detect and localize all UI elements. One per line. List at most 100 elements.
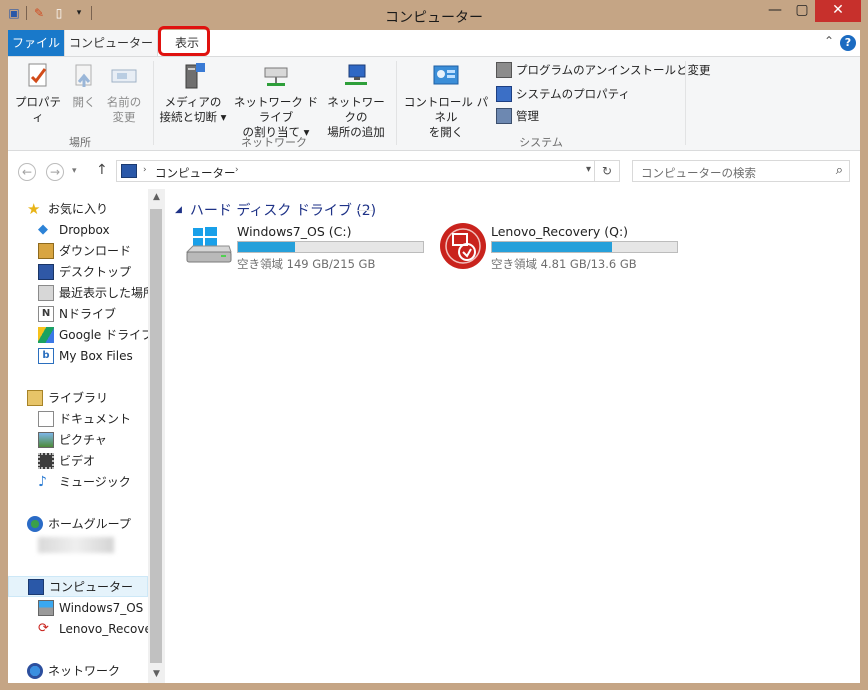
nav-dropbox[interactable]: ◆ Dropbox	[38, 219, 110, 240]
manage-label: 管理	[516, 109, 539, 123]
content-area: ★ お気に入り ◆ Dropbox ダウンロード デスクトップ 最近表示した場所…	[8, 189, 860, 683]
nav-scrollbar[interactable]: ▲ ▼	[148, 189, 165, 683]
help-icon[interactable]: ?	[840, 35, 856, 51]
add-location-label: ネットワークの 場所の追加	[327, 95, 385, 139]
drive-item-c[interactable]: Windows7_OS (C:) 空き領域 149 GB/215 GB	[185, 222, 430, 271]
explorer-window: ▣ ✎ ▯ ▾ コンピューター — ▢ ✕ ファイル コンピューター 表示 ⌃ …	[0, 0, 868, 690]
nav-documents[interactable]: ドキュメント	[38, 408, 131, 429]
scroll-thumb[interactable]	[150, 209, 162, 663]
drive-usage-fill	[492, 242, 613, 252]
refresh-icon[interactable]: ↻	[594, 161, 619, 181]
nav-label: コンピューター	[49, 580, 134, 594]
ndrive-icon: N	[38, 305, 54, 322]
collapse-ribbon-icon[interactable]: ⌃	[824, 34, 834, 48]
group-header[interactable]: ◢ ハード ディスク ドライブ (2)	[175, 200, 376, 220]
group-title: ハード ディスク ドライブ (2)	[189, 203, 377, 219]
search-icon[interactable]: ⌕	[836, 163, 843, 178]
group-label-location: 場所	[69, 136, 91, 149]
star-icon: ★	[27, 199, 41, 218]
properties-label: プロパティ	[15, 95, 61, 124]
nav-drive-q[interactable]: ⟳ Lenovo_Recove	[38, 618, 148, 639]
group-divider	[357, 210, 373, 211]
libraries-icon	[27, 389, 43, 406]
nav-desktop[interactable]: デスクトップ	[38, 261, 131, 282]
nav-network[interactable]: ネットワーク	[27, 660, 120, 681]
properties-button[interactable]: プロパティ	[12, 61, 64, 125]
minimize-button[interactable]: —	[762, 0, 788, 22]
drive-name: Windows7_OS (C:)	[237, 224, 352, 239]
highlight-box	[158, 26, 210, 56]
nav-label: ピクチャ	[59, 433, 107, 447]
nav-label: Dropbox	[59, 222, 110, 237]
group-separator	[685, 61, 686, 145]
drive-item-q[interactable]: Lenovo_Recovery (Q:) 空き領域 4.81 GB/13.6 G…	[439, 222, 684, 271]
nav-label: My Box Files	[59, 348, 133, 363]
desktop-icon	[38, 263, 54, 280]
properties-icon	[28, 63, 47, 87]
downloads-icon	[38, 242, 54, 259]
nav-label: お気に入り	[48, 202, 109, 216]
media-button[interactable]: メディアの 接続と切断 ▾	[158, 61, 228, 125]
drive-usage-bar	[491, 241, 678, 253]
back-button[interactable]: ←	[18, 163, 36, 181]
open-icon	[75, 64, 92, 87]
drive-name: Lenovo_Recovery (Q:)	[491, 224, 629, 239]
nav-label: ミュージック	[59, 475, 131, 489]
tab-computer[interactable]: コンピューター	[64, 30, 158, 56]
nav-libraries[interactable]: ライブラリ	[27, 387, 108, 408]
nav-label: ライブラリ	[48, 391, 109, 405]
system-properties-icon	[496, 86, 512, 102]
control-panel-label: コントロール パネル を開く	[403, 95, 489, 139]
nav-label: Windows7_OS (	[59, 600, 148, 615]
dropbox-icon: ◆	[38, 221, 48, 237]
nav-pictures[interactable]: ピクチャ	[38, 429, 107, 450]
address-row: ← → ▾ ↑ › コンピューター › ▾ ↻ コンピューターの検索 ⌕	[8, 151, 860, 189]
hard-drive-icon	[38, 599, 54, 616]
nav-homegroup[interactable]: ホームグループ	[27, 513, 131, 534]
control-panel-button[interactable]: コントロール パネル を開く	[400, 61, 492, 140]
group-separator	[153, 61, 154, 145]
chevron-down-icon[interactable]: ▾	[586, 164, 591, 175]
collapse-icon[interactable]: ◢	[175, 205, 182, 215]
add-network-location-button[interactable]: ネットワークの 場所の追加	[322, 61, 390, 140]
forward-button[interactable]: →	[46, 163, 64, 181]
map-drive-button[interactable]: ネットワーク ドライブ の割り当て ▾	[230, 61, 322, 140]
chevron-right-icon[interactable]: ›	[143, 165, 147, 175]
recent-locations-icon[interactable]: ▾	[72, 166, 77, 176]
tab-file[interactable]: ファイル	[8, 30, 64, 56]
system-properties-button[interactable]: システムのプロパティ	[496, 86, 630, 102]
scroll-down-icon[interactable]: ▼	[148, 666, 165, 683]
uninstall-program-button[interactable]: プログラムのアンインストールと変更	[496, 62, 710, 78]
nav-downloads[interactable]: ダウンロード	[38, 240, 131, 261]
nav-ndrive[interactable]: N Nドライブ	[38, 303, 116, 324]
rename-button[interactable]: 名前の 変更	[104, 61, 144, 125]
manage-button[interactable]: 管理	[496, 108, 539, 124]
nav-videos[interactable]: ビデオ	[38, 450, 95, 471]
network-icon	[27, 662, 43, 679]
address-bar[interactable]: › コンピューター › ▾ ↻	[116, 160, 620, 182]
media-server-icon	[185, 63, 205, 89]
nav-my-box-files[interactable]: b My Box Files	[38, 345, 133, 366]
nav-favorites[interactable]: ★ お気に入り	[27, 198, 108, 219]
search-box[interactable]: コンピューターの検索 ⌕	[632, 160, 850, 182]
uninstall-label: プログラムのアンインストールと変更	[516, 63, 711, 77]
scroll-up-icon[interactable]: ▲	[148, 189, 165, 206]
box-icon: b	[38, 347, 54, 364]
navigation-pane: ★ お気に入り ◆ Dropbox ダウンロード デスクトップ 最近表示した場所…	[8, 189, 148, 683]
nav-music[interactable]: ♪ ミュージック	[38, 471, 131, 492]
up-arrow-icon[interactable]: ↑	[96, 162, 108, 178]
nav-label: Lenovo_Recove	[59, 621, 148, 636]
documents-icon	[38, 410, 54, 427]
window-title: コンピューター	[385, 10, 483, 26]
nav-google-drive[interactable]: Google ドライブ	[38, 324, 148, 345]
open-button[interactable]: 開く	[66, 61, 102, 110]
nav-computer[interactable]: コンピューター	[8, 576, 148, 597]
maximize-button[interactable]: ▢	[789, 0, 815, 22]
window-frame-bottom	[8, 683, 860, 690]
nav-drive-c[interactable]: Windows7_OS (	[38, 597, 148, 618]
drive-free-space: 空き領域 4.81 GB/13.6 GB	[491, 257, 637, 271]
close-button[interactable]: ✕	[815, 0, 861, 22]
chevron-right-icon[interactable]: ›	[235, 165, 239, 175]
nav-recent-places[interactable]: 最近表示した場所	[38, 282, 148, 303]
nav-label: 最近表示した場所	[59, 286, 148, 300]
